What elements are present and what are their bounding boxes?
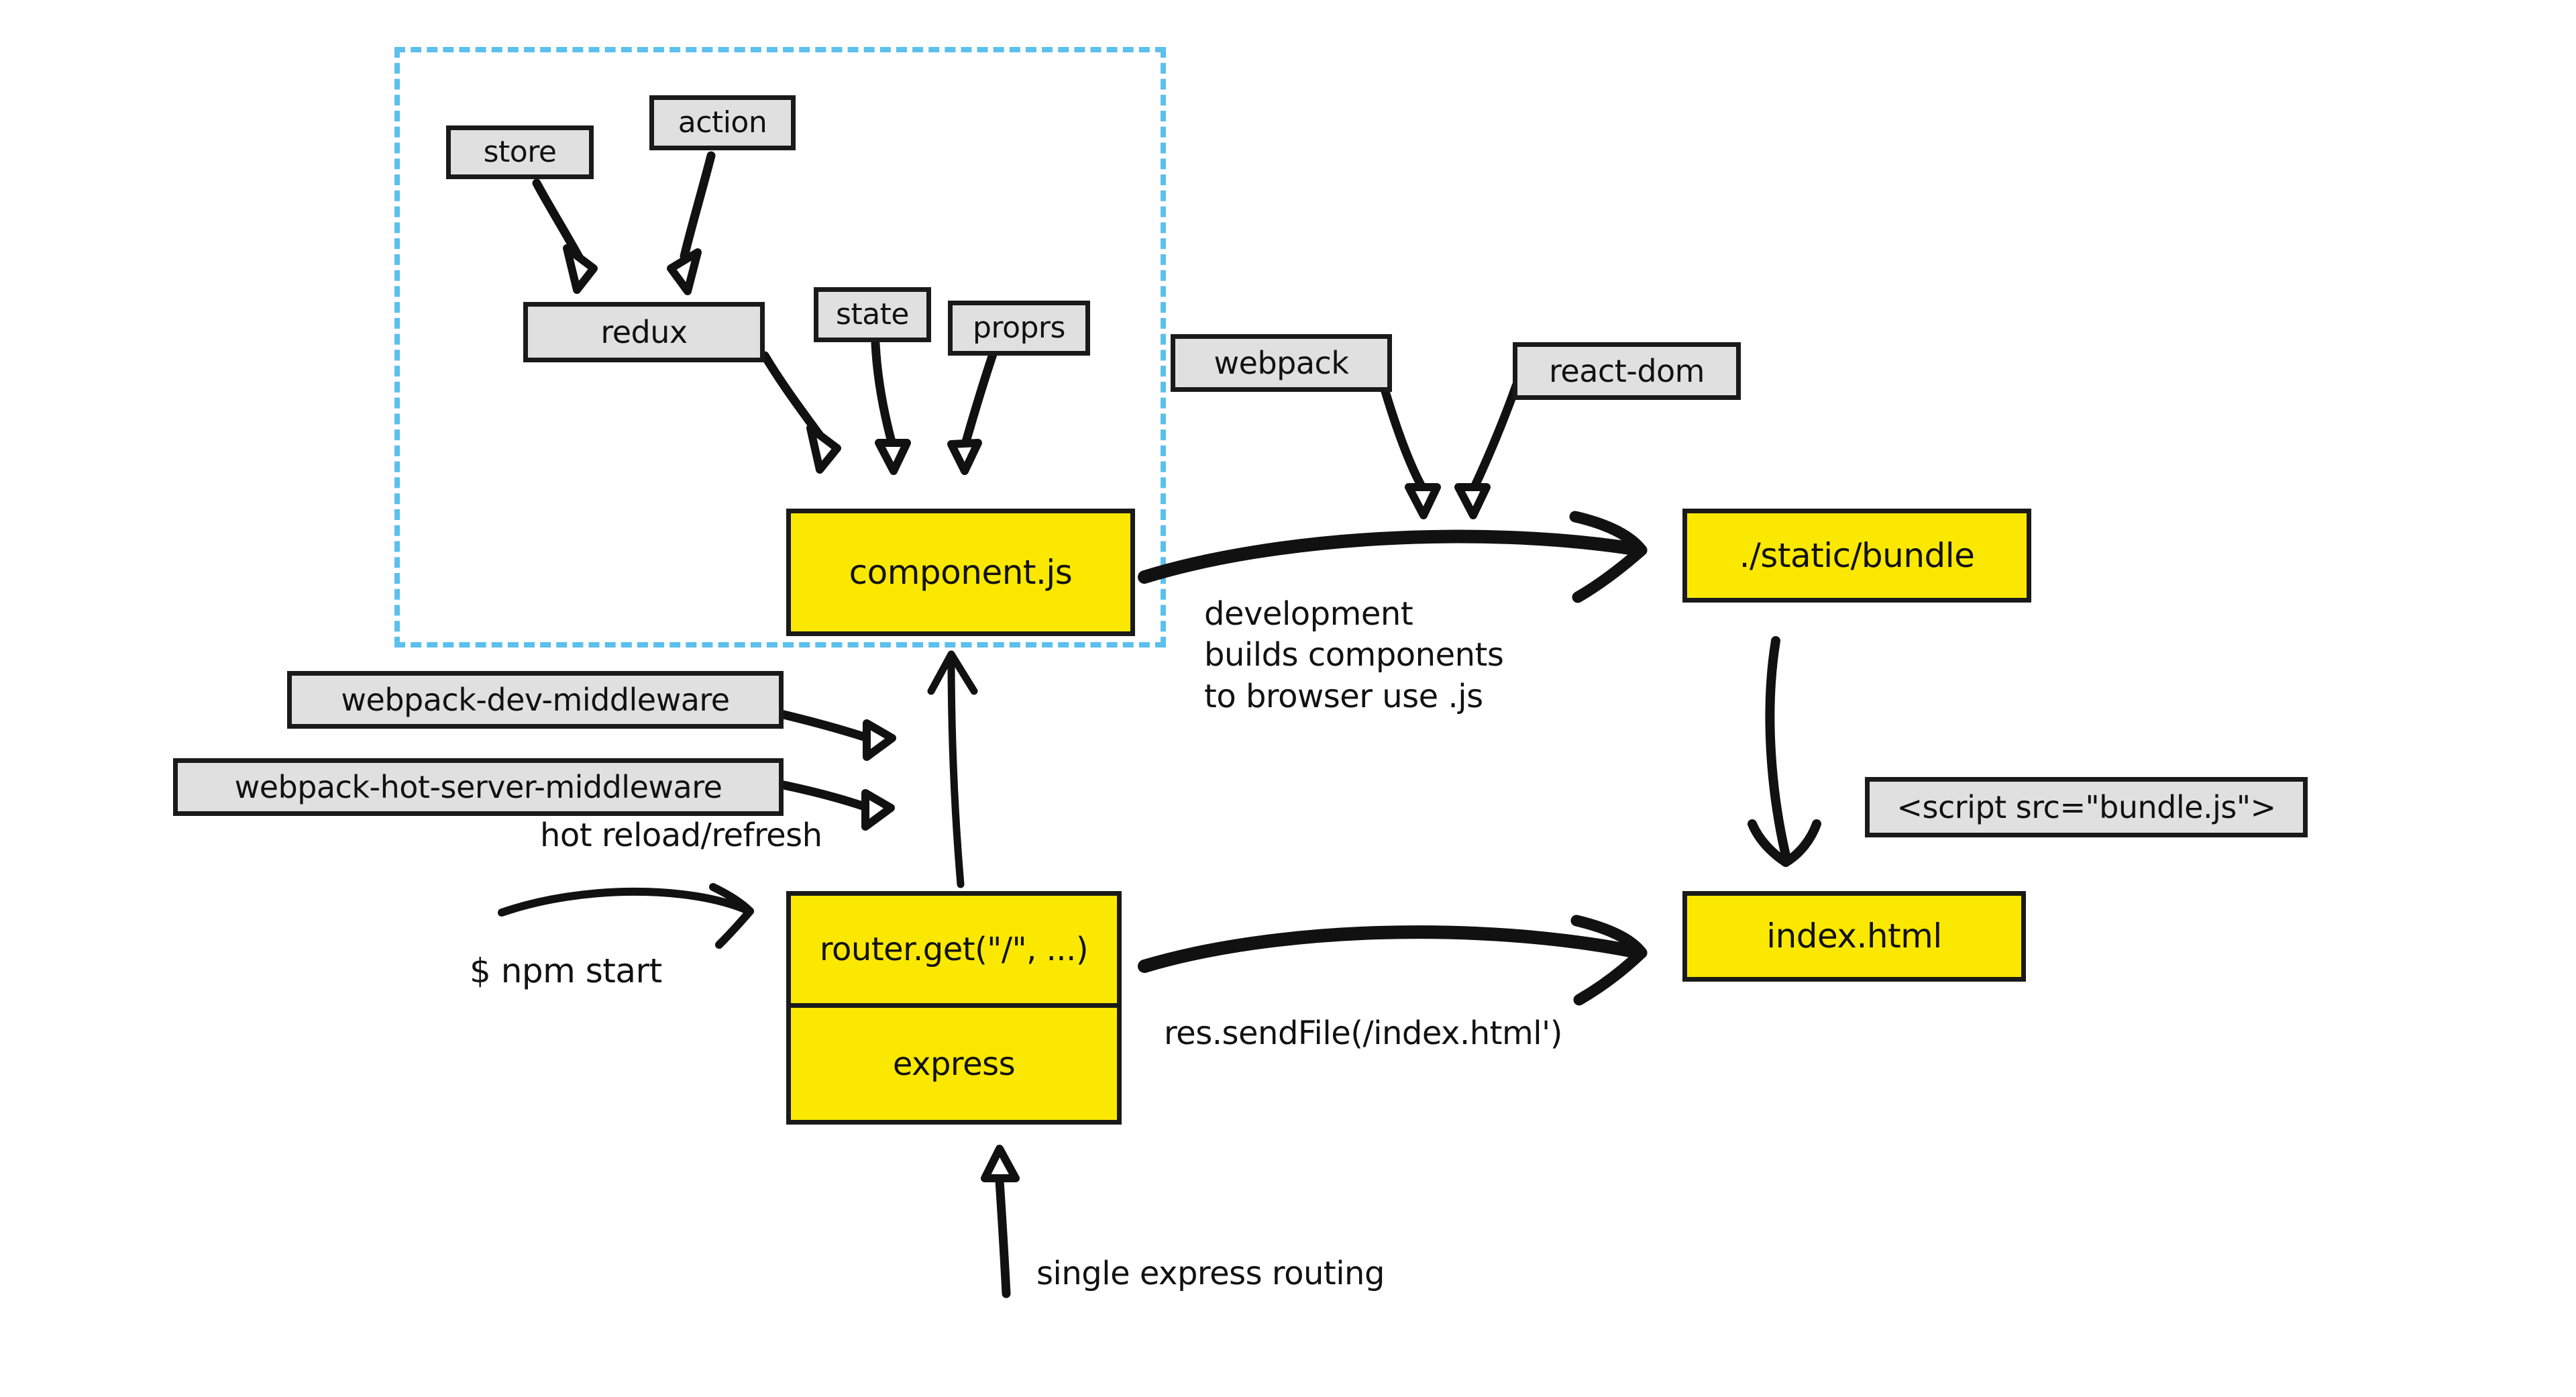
node-react-dom-label: react-dom (1549, 352, 1705, 389)
node-state[interactable]: state (814, 287, 931, 342)
node-static-bundle-label: ./static/bundle (1739, 535, 1975, 575)
caption-single-express-routing: single express routing (1036, 1255, 1385, 1292)
node-proprs[interactable]: proprs (948, 301, 1090, 356)
node-webpack-dev-middleware-label: webpack-dev-middleware (341, 681, 730, 718)
node-proprs-label: proprs (973, 310, 1065, 345)
caption-npm-start: $ npm start (470, 951, 662, 990)
node-action[interactable]: action (649, 95, 796, 150)
node-store-label: store (483, 134, 557, 169)
node-express-server[interactable]: router.get("/", ...) express (786, 891, 1122, 1125)
node-component-js-label: component.js (849, 552, 1073, 592)
node-router-get[interactable]: router.get("/", ...) (791, 896, 1117, 1008)
node-webpack-dev-middleware[interactable]: webpack-dev-middleware (287, 671, 784, 729)
node-redux[interactable]: redux (523, 302, 765, 362)
node-state-label: state (836, 297, 909, 331)
caption-res-sendfile: res.sendFile(/index.html') (1164, 1015, 1562, 1052)
node-webpack[interactable]: webpack (1171, 334, 1392, 392)
node-router-get-label: router.get("/", ...) (819, 931, 1089, 968)
node-script-tag[interactable]: <script src="bundle.js"> (1865, 777, 2308, 837)
node-express-label: express (892, 1045, 1016, 1083)
node-action-label: action (678, 105, 767, 140)
node-script-tag-label: <script src="bundle.js"> (1896, 788, 2276, 825)
node-webpack-hot-server-middleware-label: webpack-hot-server-middleware (234, 768, 722, 805)
node-webpack-hot-server-middleware[interactable]: webpack-hot-server-middleware (173, 758, 784, 816)
caption-development-build: development builds components to browser… (1204, 595, 1504, 715)
node-express[interactable]: express (791, 1008, 1117, 1120)
node-redux-label: redux (600, 313, 688, 350)
node-component-js[interactable]: component.js (786, 509, 1135, 636)
node-index-html[interactable]: index.html (1682, 891, 2026, 982)
node-store[interactable]: store (446, 125, 594, 179)
node-index-html-label: index.html (1766, 917, 1942, 956)
caption-hot-reload: hot reload/refresh (540, 817, 822, 854)
node-webpack-label: webpack (1214, 344, 1349, 381)
node-react-dom[interactable]: react-dom (1513, 342, 1741, 400)
diagram-canvas: store action redux state proprs webpack … (0, 0, 2576, 1397)
node-static-bundle[interactable]: ./static/bundle (1682, 509, 2031, 603)
